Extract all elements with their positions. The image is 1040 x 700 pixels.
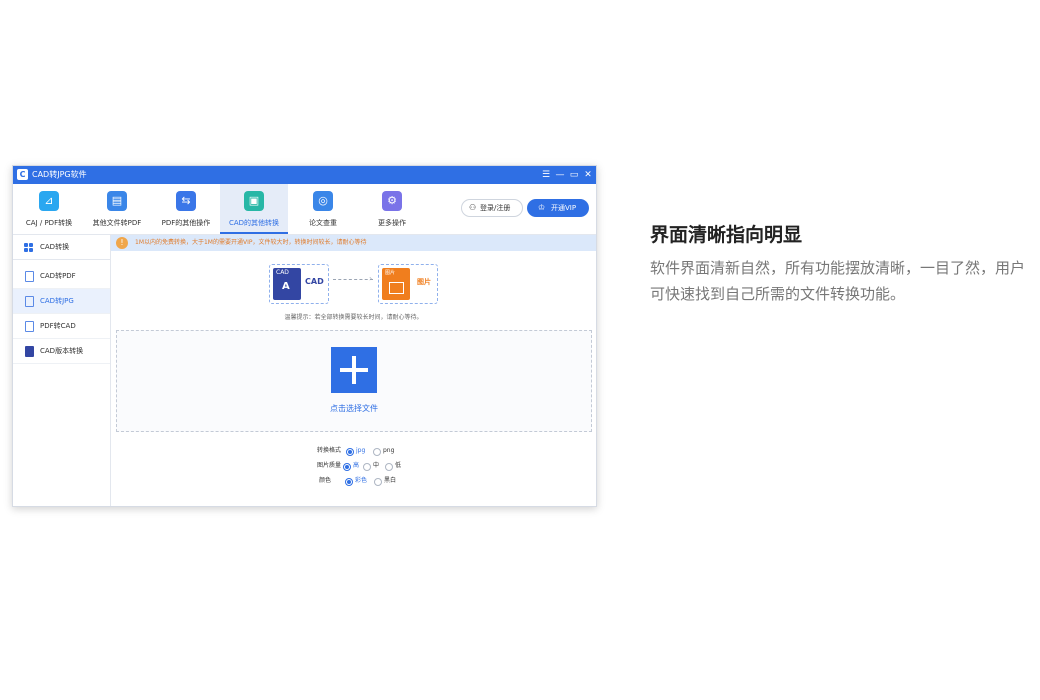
main-content: ! 1M以内的免费转换，大于1M的需要开通VIP，文件较大时，转换时间较长，请耐… <box>111 235 596 506</box>
notice-bar: ! 1M以内的免费转换，大于1M的需要开通VIP，文件较大时，转换时间较长，请耐… <box>111 235 596 251</box>
pdf-operations-icon: ⇆ <box>176 191 196 211</box>
close-button[interactable]: ✕ <box>582 168 594 182</box>
login-button[interactable]: ⚇ 登录/注册 <box>461 199 523 217</box>
sidebar-item-label: CAD转PDF <box>40 272 76 280</box>
login-label: 登录/注册 <box>480 204 511 212</box>
cad-convert-icon: ▣ <box>244 191 264 211</box>
quality-option-row: 图片质量 高 中 低 <box>111 460 596 472</box>
image-file-icon: 图片 <box>382 268 410 300</box>
app-logo-icon: C <box>17 169 28 180</box>
tab-label: PDF的其他操作 <box>161 219 211 227</box>
tab-pdf-operations[interactable]: ⇆ PDF的其他操作 <box>152 184 220 234</box>
radio-png[interactable] <box>373 448 381 456</box>
format-option-label: 转换格式 <box>316 447 341 454</box>
sidebar-item-cad-version[interactable]: CAD版本转换 <box>13 339 110 364</box>
tab-label: CAJ / PDF转换 <box>25 219 73 227</box>
file-icon <box>25 271 34 282</box>
notice-text: 1M以内的免费转换，大于1M的需要开通VIP，文件较大时，转换时间较长，请耐心等… <box>135 239 367 246</box>
option-bw[interactable]: 黑白 <box>384 475 396 487</box>
feature-title: 界面清晰指向明显 <box>650 224 803 246</box>
active-tab-indicator <box>220 232 288 234</box>
picture-icon <box>389 282 404 294</box>
option-low[interactable]: 低 <box>395 460 401 472</box>
sidebar-item-cad-to-jpg[interactable]: CAD转JPG <box>13 289 110 314</box>
title-bar[interactable]: C CAD转JPG软件 ☰ — ▭ ✕ <box>13 166 596 184</box>
quality-option-label: 图片质量 <box>316 462 341 469</box>
caj-pdf-convert-icon: ⊿ <box>39 191 59 211</box>
sidebar-item-cad-to-pdf[interactable]: CAD转PDF <box>13 264 110 289</box>
sidebar-header[interactable]: CAD转换 <box>13 235 110 260</box>
vip-label: 开通VIP <box>551 204 577 212</box>
radio-low[interactable] <box>385 463 393 471</box>
radio-bw[interactable] <box>374 478 382 486</box>
sidebar-item-pdf-to-cad[interactable]: PDF转CAD <box>13 314 110 339</box>
arrow-right-icon: › <box>369 274 373 283</box>
file-drop-zone[interactable]: 点击选择文件 <box>116 330 592 432</box>
source-format-label: CAD <box>305 277 324 286</box>
sidebar-item-label: CAD版本转换 <box>40 347 84 355</box>
sidebar: CAD转换 CAD转PDF CAD转JPG PDF转CAD CAD版本转换 <box>13 235 111 506</box>
sidebar-header-label: CAD转换 <box>40 243 70 251</box>
radio-jpg[interactable] <box>346 448 354 456</box>
user-icon: ⚇ <box>469 203 477 212</box>
crown-icon: ♔ <box>538 203 546 212</box>
menu-icon[interactable]: ☰ <box>540 168 552 182</box>
cad-badge: CAD <box>276 269 289 276</box>
target-format-card: 图片 图片 <box>378 264 438 304</box>
radio-high[interactable] <box>343 463 351 471</box>
select-file-label[interactable]: 点击选择文件 <box>117 403 591 415</box>
sidebar-item-label: CAD转JPG <box>40 297 74 305</box>
feature-description: 软件界面清新自然，所有功能摆放清晰，一目了然，用户可快速找到自己所需的文件转换功… <box>650 259 1026 303</box>
vip-button[interactable]: ♔ 开通VIP <box>527 199 589 217</box>
option-high[interactable]: 高 <box>353 460 359 472</box>
option-color[interactable]: 彩色 <box>355 475 367 487</box>
tab-cad-convert[interactable]: ▣ CAD的其他转换 <box>220 184 288 234</box>
paper-check-icon: ◎ <box>313 191 333 211</box>
target-format-label: 图片 <box>417 278 431 286</box>
minimize-button[interactable]: — <box>554 168 566 182</box>
cad-version-icon <box>25 346 34 357</box>
image-file-icon <box>25 296 34 307</box>
cad-glyph: A <box>282 281 290 292</box>
tab-label: 论文查重 <box>309 219 337 227</box>
tab-label: 更多操作 <box>378 219 406 227</box>
tip-text: 温馨提示：若全部转换需要较长时间，请耐心等待。 <box>284 314 423 321</box>
file-icon <box>25 321 34 332</box>
color-option-label: 颜色 <box>318 477 331 484</box>
app-window: C CAD转JPG软件 ☰ — ▭ ✕ ⊿ CAJ / PDF转换 ▤ 其他文件… <box>12 165 597 507</box>
radio-medium[interactable] <box>363 463 371 471</box>
window-title: CAD转JPG软件 <box>32 170 87 179</box>
format-option-row: 转换格式 jpg png <box>111 445 596 457</box>
option-medium[interactable]: 中 <box>373 460 379 472</box>
radio-color[interactable] <box>345 478 353 486</box>
option-png[interactable]: png <box>383 445 394 457</box>
tab-other-to-pdf[interactable]: ▤ 其他文件转PDF <box>83 184 151 234</box>
add-file-button[interactable] <box>331 347 377 393</box>
convert-arrow <box>333 279 373 280</box>
grid-icon <box>24 243 33 252</box>
folder-file-icon: ▤ <box>107 191 127 211</box>
tab-label: 其他文件转PDF <box>92 219 142 227</box>
color-option-row: 颜色 彩色 黑白 <box>111 475 596 487</box>
image-badge: 图片 <box>385 270 396 276</box>
source-format-card: CAD A CAD <box>269 264 329 304</box>
more-ops-icon: ⚙ <box>382 191 402 211</box>
option-jpg[interactable]: jpg <box>356 445 365 457</box>
megaphone-icon: ! <box>116 237 128 249</box>
tab-caj-pdf[interactable]: ⊿ CAJ / PDF转换 <box>15 184 83 234</box>
tab-more-ops[interactable]: ⚙ 更多操作 <box>358 184 426 234</box>
tab-paper-check[interactable]: ◎ 论文查重 <box>289 184 357 234</box>
tab-label: CAD的其他转换 <box>228 219 280 227</box>
maximize-button[interactable]: ▭ <box>568 168 580 182</box>
sidebar-item-label: PDF转CAD <box>40 322 76 330</box>
cad-file-icon: CAD A <box>273 268 301 300</box>
